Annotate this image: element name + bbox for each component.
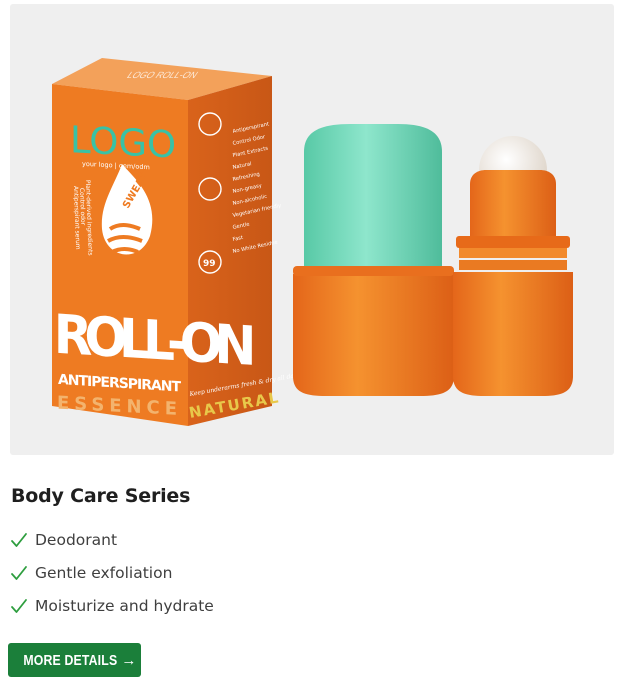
list-item: Gentle exfoliation bbox=[10, 563, 214, 596]
product-illustration: LOGO ROLL-ON LOGO your logo | oem/odm SW… bbox=[52, 58, 573, 426]
feature-label: Deodorant bbox=[35, 531, 118, 549]
card-title: Body Care Series bbox=[11, 485, 191, 507]
check-icon bbox=[11, 599, 27, 613]
check-icon bbox=[11, 533, 27, 547]
arrow-right-icon: → bbox=[121, 651, 137, 669]
product-image[interactable]: LOGO ROLL-ON LOGO your logo | oem/odm SW… bbox=[10, 4, 614, 455]
product-card: LOGO ROLL-ON LOGO your logo | oem/odm SW… bbox=[0, 0, 620, 681]
capped-bottle bbox=[293, 124, 454, 396]
more-details-button[interactable]: MORE DETAILS → bbox=[8, 643, 141, 677]
list-item: Moisturize and hydrate bbox=[10, 596, 214, 629]
feature-label: Moisturize and hydrate bbox=[35, 597, 214, 615]
box-top-text: LOGO ROLL-ON bbox=[124, 71, 199, 81]
open-bottle bbox=[453, 136, 573, 396]
list-item: Deodorant bbox=[10, 530, 214, 563]
feature-list: Deodorant Gentle exfoliation Moisturize … bbox=[10, 530, 214, 629]
box-badge-99: 99 bbox=[203, 259, 216, 269]
box-brand-line: ROLL-ON bbox=[54, 304, 257, 378]
more-details-label: MORE DETAILS bbox=[23, 651, 117, 669]
product-box: LOGO ROLL-ON LOGO your logo | oem/odm SW… bbox=[52, 58, 301, 426]
feature-label: Gentle exfoliation bbox=[35, 564, 173, 582]
check-icon bbox=[11, 566, 27, 580]
